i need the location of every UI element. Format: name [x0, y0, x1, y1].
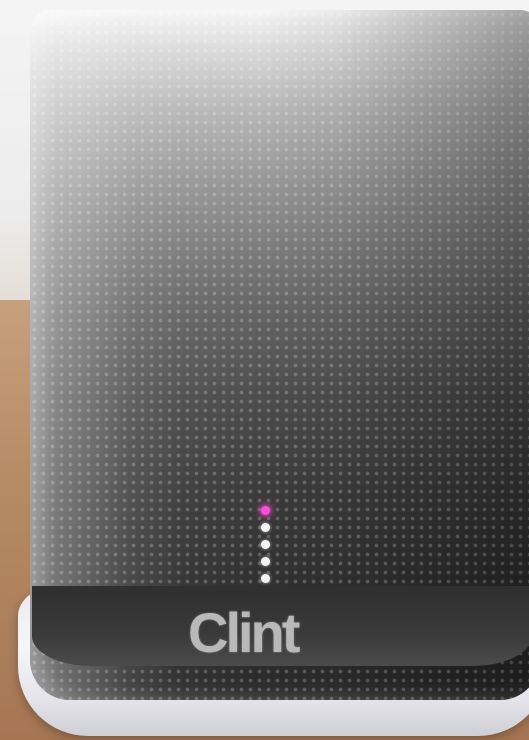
led-indicator — [260, 523, 270, 532]
led-indicator — [260, 540, 270, 549]
led-indicator-column — [258, 506, 272, 583]
led-indicator — [260, 557, 270, 566]
brand-logo: Clint — [188, 601, 300, 664]
led-indicator — [260, 574, 270, 583]
product-photo: Clint — [0, 0, 529, 740]
led-indicator-active — [260, 506, 270, 515]
